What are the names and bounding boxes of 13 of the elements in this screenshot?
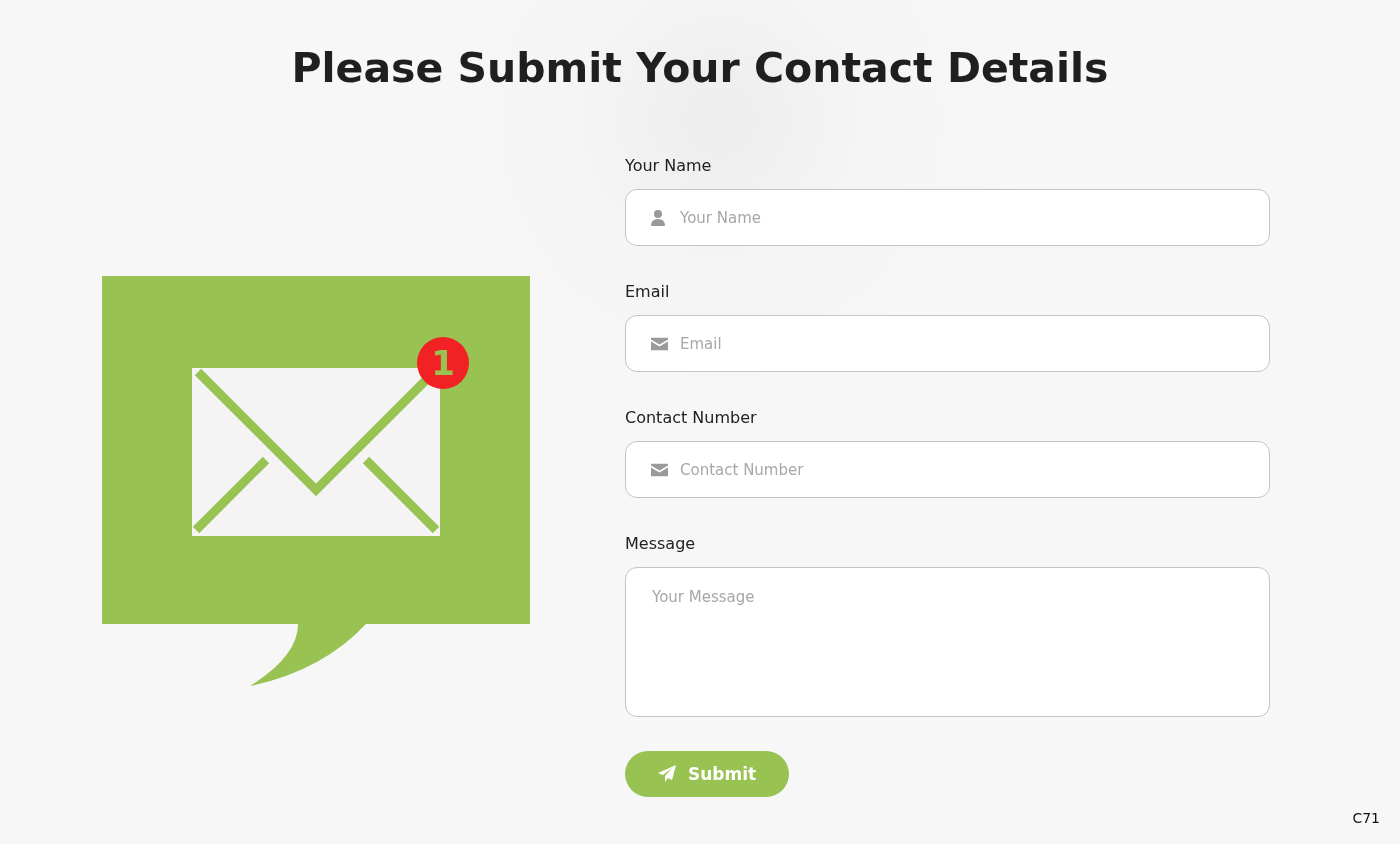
- name-field[interactable]: Your Name: [625, 189, 1270, 246]
- field-label: Email: [625, 282, 671, 302]
- message-field[interactable]: Your Message: [625, 567, 1270, 717]
- paper-plane-icon: [657, 765, 676, 783]
- page-code: C71: [1352, 810, 1380, 826]
- submit-button[interactable]: Submit: [625, 751, 789, 797]
- email-field[interactable]: Email: [625, 315, 1270, 372]
- field-label: Your Name: [625, 156, 713, 176]
- phone-field[interactable]: Contact Number: [625, 441, 1270, 498]
- field-label: Message: [625, 534, 697, 554]
- page-title: Please Submit Your Contact Details: [290, 43, 1110, 94]
- mail-notification-drawing: 1: [102, 276, 532, 688]
- field-label: Contact Number: [625, 408, 758, 428]
